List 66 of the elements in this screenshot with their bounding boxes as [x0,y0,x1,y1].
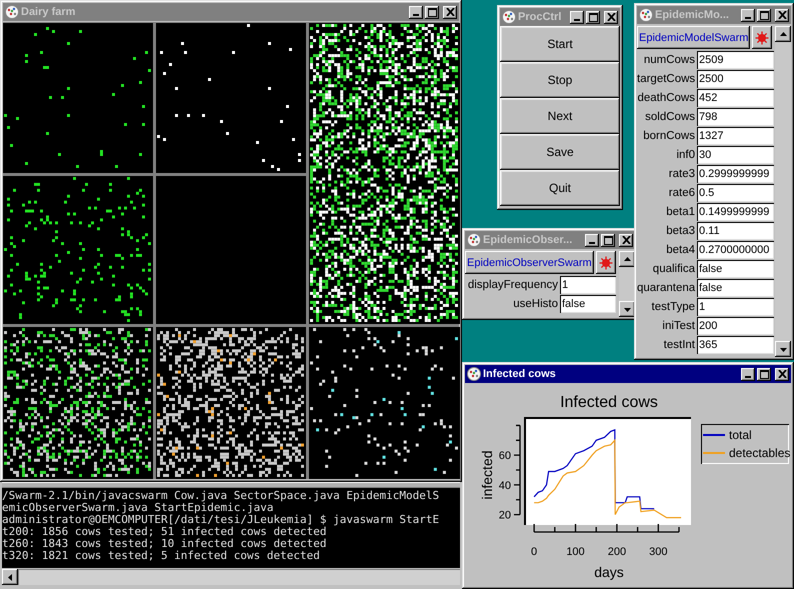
tick-label: 200 [608,546,626,558]
field-label: bornCows [642,130,695,142]
control-button[interactable]: Stop [500,62,620,98]
field-label: soldCows [644,111,695,123]
field-label: quarantena [637,282,695,294]
window-title: EpidemicMo... [655,9,729,21]
field-label: inf0 [675,149,695,161]
field-label: beta1 [665,206,695,218]
value-field[interactable]: 200 [697,317,774,335]
control-button[interactable]: Next [500,98,620,134]
tick-label: 60 [498,450,511,462]
console-line: t200: 1856 cows tested; 51 infected cows detected [2,526,328,538]
console-line: t320: 1821 cows tested; 5 infected cows detected [2,550,321,562]
value-field[interactable]: 2509 [697,51,774,69]
swarm-button[interactable]: EpidemicObserverSwarm [465,251,594,274]
field-label: deathCows [637,92,695,104]
field-label: iniTest [661,320,695,332]
value-field[interactable]: 0.2999999999 [697,165,774,183]
field-label: useHisto [512,298,558,310]
field-label: qualifica [652,263,695,275]
value-field[interactable]: 0.1499999999 [697,203,774,221]
console-line: emicObserverSwarm.java StartEpidemic.java [2,502,274,514]
legend-label: total [729,428,752,442]
window-title: ProcCtrl [518,11,562,23]
value-field[interactable]: 2500 [697,70,774,88]
control-button[interactable]: Save [500,134,620,170]
value-field[interactable]: 0.11 [697,222,774,240]
value-field[interactable]: 798 [697,108,774,126]
window-title: Dairy farm [21,6,76,18]
field-label: rate6 [668,187,695,199]
value-field[interactable]: false [560,295,616,313]
window-title: Infected cows [483,368,556,380]
control-button[interactable]: Quit [500,170,620,206]
value-field[interactable]: 0.5 [697,184,774,202]
axis-label: infected [479,450,495,500]
field-label: beta3 [665,225,695,237]
value-field[interactable]: 0.2700000000 [697,241,774,259]
value-field[interactable]: 1 [560,276,616,294]
window-title: EpidemicObser... [483,234,572,246]
field-label: beta4 [665,244,695,256]
field-label: testInt [662,339,695,351]
value-field[interactable]: 1 [697,298,774,316]
field-label: displayFrequency [466,279,558,291]
value-field[interactable]: 452 [697,89,774,107]
axis-label: days [594,564,624,580]
chart-title: Infected cows [560,394,658,411]
tick-label: 0 [531,546,538,558]
value-field[interactable]: 30 [697,146,774,164]
field-label: numCows [642,54,695,66]
field-label: rate3 [668,168,695,180]
tick-label: 40 [498,480,511,492]
console-line: t260: 1843 cows tested; 10 infected cows detected [2,538,328,550]
tick-label: 100 [566,546,585,558]
console-line: /Swarm-2.1/bin/javacswarm Cow.java SectorSpace.java EpidemicModelS [2,490,440,502]
legend-label: detectables [729,446,790,460]
value-field[interactable]: 365 [697,336,774,354]
tick-label: 20 [498,510,511,522]
control-button[interactable]: Start [500,26,620,62]
field-label: targetCows [637,73,695,85]
swarm-button[interactable]: EpidemicModelSwarm [637,26,750,49]
value-field[interactable]: false [697,260,774,278]
value-field[interactable]: false [697,279,774,297]
field-label: testType [650,301,695,313]
value-field[interactable]: 1327 [697,127,774,145]
tick-label: 300 [649,546,668,558]
console-line: administrator@OEMCOMPUTER[/dati/tesi/JLeukemia] $ javaswarm StartE [2,514,440,526]
